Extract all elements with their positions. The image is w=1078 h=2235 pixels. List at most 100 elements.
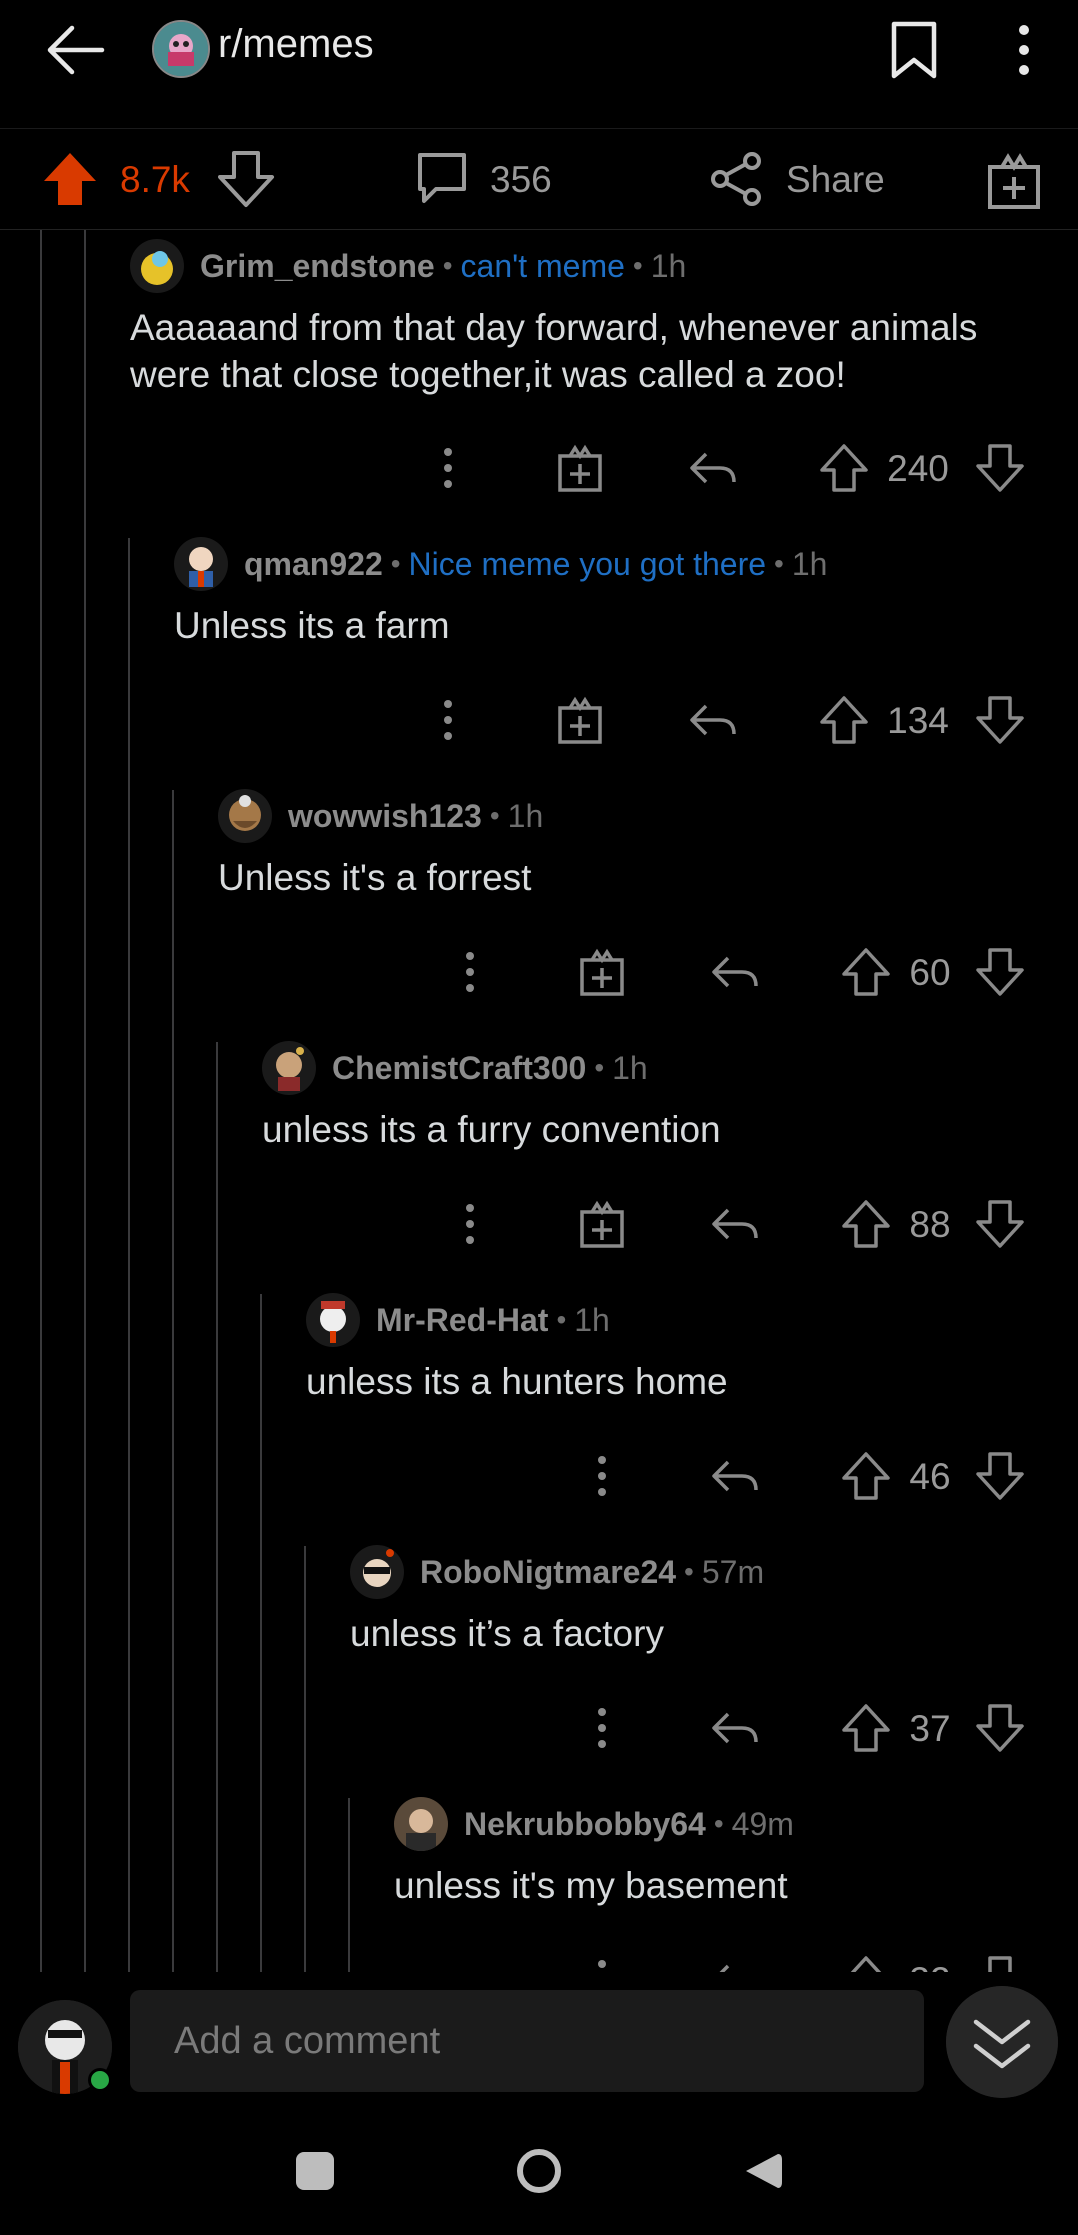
award-icon[interactable] bbox=[574, 944, 630, 1000]
separator-dot: • bbox=[594, 1052, 605, 1083]
more-options-icon[interactable] bbox=[574, 1448, 630, 1504]
add-comment-input[interactable] bbox=[130, 1990, 924, 2092]
user-avatar[interactable] bbox=[262, 1041, 316, 1095]
comment-composer bbox=[0, 1972, 1078, 2112]
back-button-icon[interactable] bbox=[738, 2146, 788, 2196]
comment-username[interactable]: Grim_endstone bbox=[200, 248, 435, 285]
online-status-dot bbox=[88, 2068, 112, 2092]
comment-actions: 240 bbox=[438, 440, 1038, 500]
more-options-icon[interactable] bbox=[574, 1952, 630, 1972]
comment-time: 57m bbox=[701, 1553, 765, 1590]
comment-count[interactable]: 356 bbox=[490, 159, 552, 201]
comment: Grim_endstone • can't meme • 1h Aaaaaand… bbox=[130, 238, 1078, 498]
reply-icon[interactable] bbox=[684, 692, 740, 748]
downvote-icon[interactable] bbox=[972, 944, 1028, 1000]
recents-button-icon[interactable] bbox=[290, 2146, 340, 2196]
upvote-icon[interactable] bbox=[838, 1700, 894, 1756]
user-avatar[interactable] bbox=[394, 1797, 448, 1851]
upvote-icon[interactable] bbox=[40, 149, 100, 209]
downvote-icon[interactable] bbox=[972, 1448, 1028, 1504]
thread-line[interactable] bbox=[304, 1546, 306, 1972]
collapse-comments-chevron-icon[interactable] bbox=[946, 1986, 1058, 2098]
comment-username[interactable]: Nekrubbobby64 bbox=[464, 1806, 706, 1843]
comment-username[interactable]: wowwish123 bbox=[288, 798, 482, 835]
comment-score: 134 bbox=[887, 700, 949, 741]
user-avatar[interactable] bbox=[174, 537, 228, 591]
downvote-icon[interactable] bbox=[972, 1196, 1028, 1252]
comment-username[interactable]: Mr-Red-Hat bbox=[376, 1302, 548, 1339]
comment-time: 1h bbox=[612, 1049, 648, 1086]
subreddit-avatar[interactable] bbox=[152, 20, 210, 78]
comment-actions: 32 bbox=[438, 1952, 1038, 1972]
thread-line[interactable] bbox=[40, 230, 42, 1972]
subreddit-name[interactable]: r/memes bbox=[218, 22, 374, 67]
comment-time: 1h bbox=[507, 797, 544, 834]
reply-icon[interactable] bbox=[706, 1700, 762, 1756]
user-flair: can't meme bbox=[460, 247, 625, 284]
upvote-icon[interactable] bbox=[816, 692, 872, 748]
more-options-icon[interactable] bbox=[1004, 20, 1044, 80]
more-options-icon[interactable] bbox=[442, 1196, 498, 1252]
downvote-icon[interactable] bbox=[216, 149, 276, 209]
downvote-icon[interactable] bbox=[972, 1952, 1028, 1972]
downvote-icon[interactable] bbox=[972, 692, 1028, 748]
comment-bubble-icon[interactable] bbox=[412, 149, 472, 209]
reply-icon[interactable] bbox=[706, 1952, 762, 1972]
comment-username[interactable]: ChemistCraft300 bbox=[332, 1050, 586, 1087]
comment-body: unless it's my basement bbox=[394, 1865, 788, 1906]
separator-dot: • bbox=[390, 548, 401, 579]
comment-body: Aaaaaand from that day forward, whenever… bbox=[130, 307, 978, 395]
comment-score: 60 bbox=[909, 952, 951, 993]
comment-time: 49m bbox=[731, 1805, 794, 1842]
back-arrow-icon[interactable] bbox=[40, 18, 110, 82]
comment-username[interactable]: qman922 bbox=[244, 546, 383, 583]
separator-dot: • bbox=[556, 1304, 567, 1335]
more-options-icon[interactable] bbox=[420, 692, 476, 748]
reply-icon[interactable] bbox=[706, 944, 762, 1000]
award-icon[interactable] bbox=[574, 1196, 630, 1252]
comment-actions: 134 bbox=[438, 692, 1038, 752]
user-avatar[interactable] bbox=[306, 1293, 360, 1347]
user-avatar[interactable] bbox=[350, 1545, 404, 1599]
top-bar: r/memes bbox=[0, 0, 1078, 112]
post-action-bar: 8.7k 356 Share bbox=[0, 128, 1078, 230]
thread-line[interactable] bbox=[128, 538, 130, 1972]
upvote-icon[interactable] bbox=[838, 1448, 894, 1504]
user-avatar[interactable] bbox=[130, 239, 184, 293]
award-icon[interactable] bbox=[552, 440, 608, 496]
reply-icon[interactable] bbox=[684, 440, 740, 496]
home-button-icon[interactable] bbox=[514, 2146, 564, 2196]
separator-dot: • bbox=[442, 250, 453, 281]
thread-line[interactable] bbox=[84, 230, 86, 1972]
thread-line[interactable] bbox=[216, 1042, 218, 1972]
award-icon[interactable] bbox=[984, 151, 1044, 211]
upvote-icon[interactable] bbox=[838, 1952, 894, 1972]
comment-actions: 46 bbox=[438, 1448, 1038, 1508]
user-avatar[interactable] bbox=[218, 789, 272, 843]
more-options-icon[interactable] bbox=[442, 944, 498, 1000]
thread-line[interactable] bbox=[172, 790, 174, 1972]
comment-score: 240 bbox=[887, 448, 949, 489]
share-icon[interactable] bbox=[708, 151, 764, 207]
comment-score: 46 bbox=[909, 1456, 951, 1497]
more-options-icon[interactable] bbox=[420, 440, 476, 496]
comment-score: 32 bbox=[890, 1960, 970, 1972]
comment-actions: 88 bbox=[438, 1196, 1038, 1256]
more-options-icon[interactable] bbox=[574, 1700, 630, 1756]
bookmark-icon[interactable] bbox=[884, 18, 944, 82]
share-label[interactable]: Share bbox=[786, 159, 885, 201]
award-icon[interactable] bbox=[552, 692, 608, 748]
comment-actions: 37 bbox=[438, 1700, 1038, 1760]
reply-icon[interactable] bbox=[706, 1196, 762, 1252]
reply-icon[interactable] bbox=[706, 1448, 762, 1504]
comment-username[interactable]: RoboNigtmare24 bbox=[420, 1554, 676, 1591]
upvote-icon[interactable] bbox=[816, 440, 872, 496]
separator-dot: • bbox=[489, 800, 500, 831]
downvote-icon[interactable] bbox=[972, 1700, 1028, 1756]
thread-line[interactable] bbox=[348, 1798, 350, 1972]
upvote-icon[interactable] bbox=[838, 944, 894, 1000]
user-flair: Nice meme you got there bbox=[408, 545, 767, 582]
upvote-icon[interactable] bbox=[838, 1196, 894, 1252]
downvote-icon[interactable] bbox=[972, 440, 1028, 496]
thread-line[interactable] bbox=[260, 1294, 262, 1972]
